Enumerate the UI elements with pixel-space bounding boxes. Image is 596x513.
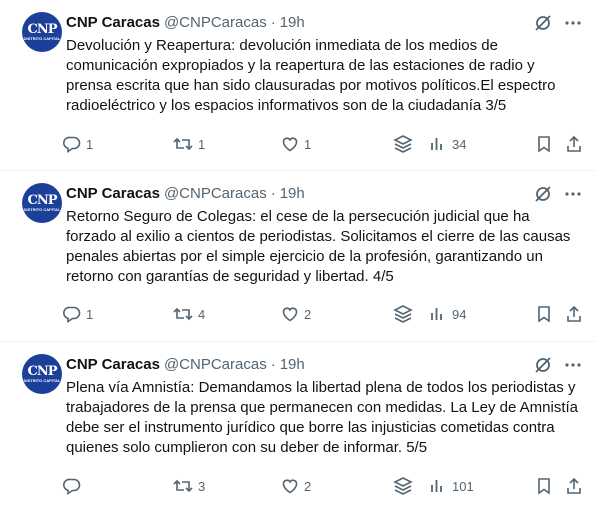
tweet-top-actions xyxy=(530,10,586,36)
more-icon[interactable] xyxy=(560,181,586,207)
avatar-logo-subtitle: DISTRITO CAPITAL xyxy=(23,36,61,41)
more-icon[interactable] xyxy=(560,352,586,378)
repost-button[interactable]: 3 xyxy=(172,473,205,499)
grok-icon[interactable] xyxy=(530,10,556,36)
author-handle[interactable]: @CNPCaracas xyxy=(164,14,267,31)
tweet-text: Plena vía Amnistía: Demandamos la libert… xyxy=(66,379,578,456)
tweet-top-actions xyxy=(530,181,586,207)
repost-count: 3 xyxy=(198,478,206,494)
share-button[interactable] xyxy=(564,473,584,499)
author-name[interactable]: CNP Caracas xyxy=(66,14,160,31)
bookmark-button[interactable] xyxy=(534,131,554,157)
tweet-header: CNP Caracas @CNPCaracas · 19h xyxy=(66,183,305,203)
avatar-logo-mark: CNP xyxy=(27,364,57,379)
like-count: 2 xyxy=(304,478,312,494)
tweet-text: Devolución y Reapertura: devolución inme… xyxy=(66,37,556,114)
author-handle[interactable]: @CNPCaracas xyxy=(164,356,267,373)
repost-icon xyxy=(173,137,193,151)
reply-icon xyxy=(63,306,81,323)
reply-count: 1 xyxy=(86,136,94,152)
layers-icon xyxy=(393,477,413,495)
views-count: 94 xyxy=(452,306,467,322)
views-button[interactable]: 101 xyxy=(428,473,474,499)
bookmark-icon xyxy=(538,478,550,495)
reply-button[interactable]: 1 xyxy=(62,131,93,157)
author-name[interactable]: CNP Caracas xyxy=(66,356,160,373)
views-button[interactable]: 34 xyxy=(428,131,466,157)
avatar-logo-mark: CNP xyxy=(27,193,57,208)
like-icon xyxy=(282,137,298,152)
share-button[interactable] xyxy=(564,301,584,327)
tweet[interactable]: CNP DISTRITO CAPITAL CNP Caracas @CNPCar… xyxy=(0,171,596,341)
tweet-header: CNP Caracas @CNPCaracas · 19h xyxy=(66,354,305,374)
layers-icon xyxy=(393,135,413,153)
like-icon xyxy=(282,307,298,322)
like-count: 1 xyxy=(304,136,312,152)
layers-button[interactable] xyxy=(392,301,414,327)
tweet-action-bar: 1 4 2 94 xyxy=(62,301,592,327)
avatar-logo-subtitle: DISTRITO CAPITAL xyxy=(23,378,61,383)
timestamp[interactable]: 19h xyxy=(280,14,305,31)
reply-button[interactable] xyxy=(62,473,86,499)
reply-count: 1 xyxy=(86,306,94,322)
repost-icon xyxy=(173,479,193,493)
author-name[interactable]: CNP Caracas xyxy=(66,185,160,202)
avatar[interactable]: CNP DISTRITO CAPITAL xyxy=(22,183,62,223)
tweet[interactable]: CNP DISTRITO CAPITAL CNP Caracas @CNPCar… xyxy=(0,0,596,170)
author-handle[interactable]: @CNPCaracas xyxy=(164,185,267,202)
tweet-action-bar: 3 2 101 xyxy=(62,473,592,499)
views-icon xyxy=(431,308,442,320)
repost-count: 4 xyxy=(198,306,206,322)
tweet-text: Retorno Seguro de Colegas: el cese de la… xyxy=(66,208,571,285)
share-icon xyxy=(567,305,581,322)
layers-button[interactable] xyxy=(392,131,414,157)
timestamp[interactable]: 19h xyxy=(280,356,305,373)
layers-button[interactable] xyxy=(392,473,414,499)
avatar[interactable]: CNP DISTRITO CAPITAL xyxy=(22,12,62,52)
reply-icon xyxy=(63,136,81,153)
like-button[interactable]: 1 xyxy=(280,131,311,157)
like-button[interactable]: 2 xyxy=(280,473,311,499)
layers-icon xyxy=(393,305,413,323)
tweet[interactable]: CNP DISTRITO CAPITAL CNP Caracas @CNPCar… xyxy=(0,342,596,513)
grok-icon[interactable] xyxy=(530,352,556,378)
bookmark-button[interactable] xyxy=(534,301,554,327)
views-icon xyxy=(431,138,442,150)
bookmark-button[interactable] xyxy=(534,473,554,499)
tweet-top-actions xyxy=(530,352,586,378)
tweet-header: CNP Caracas @CNPCaracas · 19h xyxy=(66,12,305,32)
repost-count: 1 xyxy=(198,136,206,152)
views-button[interactable]: 94 xyxy=(428,301,466,327)
reply-icon xyxy=(63,478,81,495)
share-icon xyxy=(567,135,581,152)
reply-button[interactable]: 1 xyxy=(62,301,93,327)
avatar-logo-mark: CNP xyxy=(27,22,57,37)
separator-dot: · xyxy=(270,184,276,202)
views-icon xyxy=(431,480,442,492)
like-button[interactable]: 2 xyxy=(280,301,311,327)
bookmark-icon xyxy=(538,136,550,153)
tweet-action-bar: 1 1 1 34 xyxy=(62,131,592,157)
like-count: 2 xyxy=(304,306,312,322)
repost-icon xyxy=(173,307,193,321)
share-button[interactable] xyxy=(564,131,584,157)
avatar-logo-subtitle: DISTRITO CAPITAL xyxy=(23,207,61,212)
views-count: 101 xyxy=(452,478,474,494)
separator-dot: · xyxy=(270,355,276,373)
repost-button[interactable]: 4 xyxy=(172,301,205,327)
like-icon xyxy=(282,479,298,494)
more-icon[interactable] xyxy=(560,10,586,36)
avatar[interactable]: CNP DISTRITO CAPITAL xyxy=(22,354,62,394)
views-count: 34 xyxy=(452,136,467,152)
timestamp[interactable]: 19h xyxy=(280,185,305,202)
bookmark-icon xyxy=(538,306,550,323)
share-icon xyxy=(567,477,581,494)
grok-icon[interactable] xyxy=(530,181,556,207)
repost-button[interactable]: 1 xyxy=(172,131,205,157)
separator-dot: · xyxy=(270,13,276,31)
